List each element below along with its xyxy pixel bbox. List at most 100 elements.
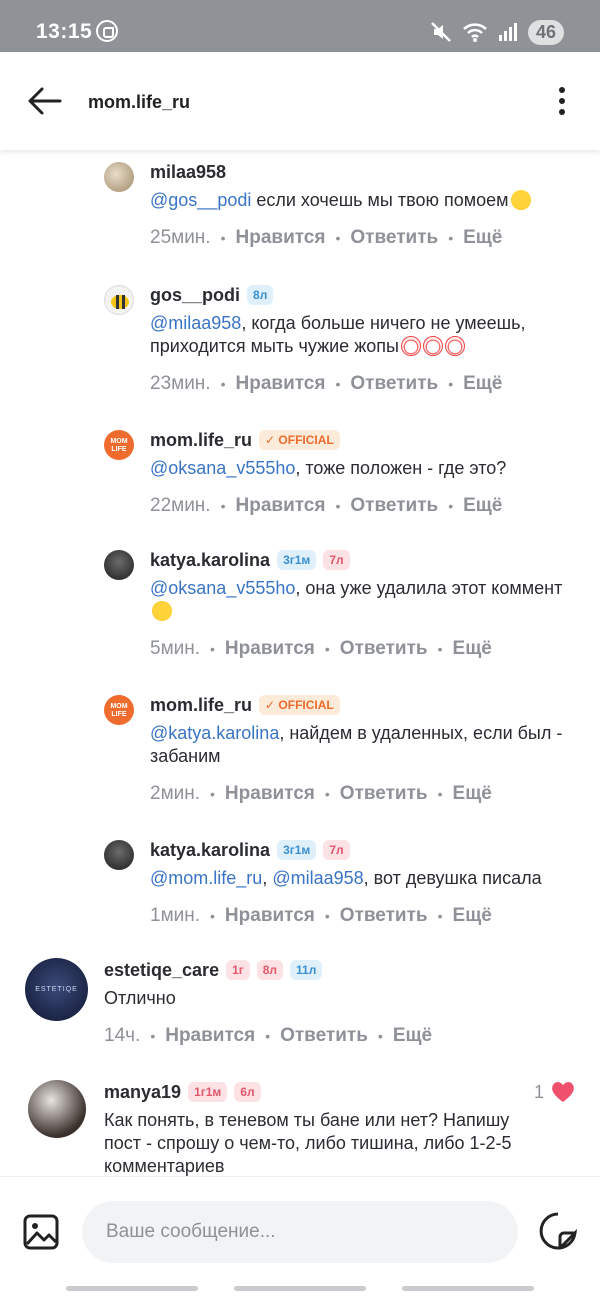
like-button[interactable]: Нравится: [165, 1025, 255, 1047]
reply-button[interactable]: Ответить: [350, 227, 438, 249]
age-badge: 3г1м: [277, 550, 317, 570]
app-header: mom.life_ru: [0, 52, 600, 150]
age-badge: 7л: [323, 840, 350, 860]
mention-link[interactable]: @oksana_v555ho: [150, 458, 295, 478]
sticker-icon[interactable]: [538, 1211, 578, 1251]
comment-actions: 25мин. • Нравится • Ответить • Ещё: [150, 227, 503, 249]
username[interactable]: katya.karolina: [150, 840, 270, 861]
mention-link[interactable]: @oksana_v555ho: [150, 578, 295, 598]
heart-icon[interactable]: [550, 1080, 576, 1104]
mention-link[interactable]: @milaa958: [272, 868, 363, 888]
like-button[interactable]: Нравится: [236, 495, 326, 517]
comment-time: 5мин.: [150, 638, 201, 659]
wifi-icon: [463, 23, 487, 42]
image-icon[interactable]: [22, 1213, 60, 1251]
age-badge: 8л: [256, 960, 284, 980]
status-icons: 46: [430, 19, 564, 45]
nav-bar-segment: [402, 1286, 534, 1291]
official-badge: OFFICIAL: [259, 430, 340, 450]
comment-actions: 22мин. • Нравится • Ответить • Ещё: [150, 495, 503, 517]
comments-feed[interactable]: milaa958 @gos__podi если хочешь мы твою …: [0, 150, 600, 1176]
like-count: 1: [533, 1081, 544, 1102]
avatar[interactable]: [104, 550, 134, 580]
more-button[interactable]: Ещё: [393, 1025, 432, 1047]
like-counter[interactable]: 1: [534, 1080, 576, 1104]
avatar[interactable]: [28, 1080, 86, 1138]
avatar[interactable]: [104, 162, 134, 192]
comment-text: @milaa958, когда больше ничего не умеешь…: [150, 313, 526, 356]
estetiqe-logo-avatar[interactable]: ESTETIQE CARE: [25, 958, 88, 1021]
username[interactable]: milaa958: [150, 162, 226, 183]
reply-button[interactable]: Ответить: [340, 905, 428, 927]
comment-time: 23мин.: [150, 373, 211, 394]
username[interactable]: gos__podi: [150, 285, 240, 306]
more-vertical-icon[interactable]: [552, 86, 572, 116]
status-bar: 13:15 46: [0, 0, 600, 52]
like-button[interactable]: Нравится: [225, 905, 315, 927]
like-button[interactable]: Нравится: [236, 227, 326, 249]
mute-icon: [431, 22, 451, 42]
comment-actions: 1мин. • Нравится • Ответить • Ещё: [150, 905, 492, 927]
whatsapp-icon: [96, 20, 118, 42]
clown-emoji-icon: [422, 336, 443, 356]
age-badge: 6л: [234, 1082, 261, 1102]
reply-button[interactable]: Ответить: [340, 638, 428, 660]
rofl-emoji-icon: [510, 190, 531, 210]
username[interactable]: mom.life_ru: [150, 695, 252, 716]
comment-text: @mom.life_ru, @milaa958, вот девушка пис…: [150, 868, 542, 888]
nav-bar-segment: [234, 1286, 366, 1291]
comment-actions: 23мин. • Нравится • Ответить • Ещё: [150, 373, 503, 395]
mention-link[interactable]: @mom.life_ru: [150, 868, 262, 888]
more-button[interactable]: Ещё: [463, 495, 502, 517]
avatar[interactable]: [104, 840, 134, 870]
status-time: 13:15: [36, 20, 93, 43]
official-badge: OFFICIAL: [259, 695, 340, 715]
mom-life-logo-avatar[interactable]: MOM LIFE: [104, 430, 134, 460]
signal-icon: [498, 23, 517, 41]
sweat-smile-emoji-icon: [152, 601, 172, 621]
clown-emoji-icon: [400, 336, 421, 356]
more-button[interactable]: Ещё: [453, 783, 492, 805]
like-button[interactable]: Нравится: [225, 783, 315, 805]
comment-time: 14ч.: [104, 1025, 141, 1046]
page-title: mom.life_ru: [88, 92, 191, 112]
comment-actions: 5мин. • Нравится • Ответить • Ещё: [150, 638, 492, 660]
more-button[interactable]: Ещё: [453, 638, 492, 660]
comment-text: @oksana_v555ho, тоже положен - где это?: [150, 458, 507, 478]
comment-time: 22мин.: [150, 495, 211, 516]
more-button[interactable]: Ещё: [463, 227, 502, 249]
age-badge: 7л: [323, 550, 350, 570]
more-button[interactable]: Ещё: [463, 373, 502, 395]
comment-text: @gos__podi если хочешь мы твою помоем: [150, 189, 582, 212]
mention-link[interactable]: @gos__podi: [150, 190, 251, 210]
reply-button[interactable]: Ответить: [340, 783, 428, 805]
comment-time: 25мин.: [150, 227, 211, 248]
comment-actions: 14ч. • Нравится • Ответить • Ещё: [104, 1025, 433, 1047]
more-button[interactable]: Ещё: [453, 905, 492, 927]
avatar[interactable]: [104, 285, 134, 315]
comment-text: @oksana_v555ho, она уже удалила этот ком…: [150, 577, 582, 623]
username[interactable]: estetiqe_care: [104, 960, 219, 981]
comment-actions: 2мин. • Нравится • Ответить • Ещё: [150, 783, 492, 805]
reply-button[interactable]: Ответить: [350, 373, 438, 395]
mom-life-logo-avatar[interactable]: MOM LIFE: [104, 695, 134, 725]
age-badge: 8л: [247, 285, 274, 305]
mention-link[interactable]: @katya.karolina: [150, 723, 279, 743]
mention-link[interactable]: @milaa958: [150, 313, 241, 333]
like-button[interactable]: Нравится: [225, 638, 315, 660]
username[interactable]: mom.life_ru: [150, 430, 252, 451]
bee-icon: [111, 295, 129, 309]
back-arrow-icon[interactable]: [26, 86, 62, 116]
like-button[interactable]: Нравится: [236, 373, 326, 395]
username[interactable]: katya.karolina: [150, 550, 270, 571]
reply-button[interactable]: Ответить: [280, 1025, 368, 1047]
clown-emoji-icon: [444, 336, 465, 356]
reply-button[interactable]: Ответить: [350, 495, 438, 517]
comment-text: Отлично: [104, 988, 176, 1008]
nav-bar-segment: [66, 1286, 198, 1291]
age-badge: 3г1м: [277, 840, 317, 860]
username[interactable]: manya19: [104, 1082, 181, 1103]
age-badge: 1г: [226, 960, 250, 980]
message-composer: Ваше сообщение...: [0, 1176, 600, 1299]
message-input[interactable]: Ваше сообщение...: [82, 1201, 518, 1263]
